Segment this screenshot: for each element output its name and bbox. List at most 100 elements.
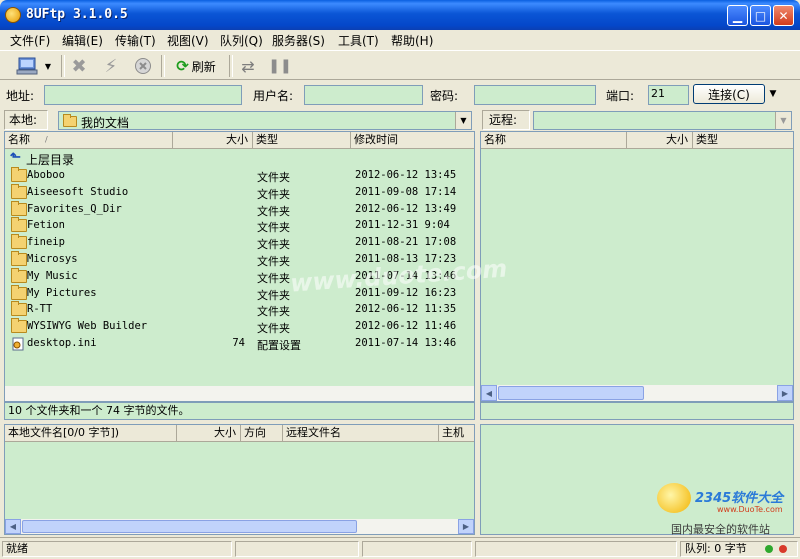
up-arrow-icon: ⬑ (10, 150, 21, 165)
upload-led-icon (765, 545, 773, 553)
remote-list-header: 名称 大小 类型 (481, 132, 793, 149)
file-modified: 2012-06-12 11:35 (355, 303, 457, 316)
list-item-parent[interactable]: ⬑ 上层目录 (5, 150, 475, 167)
menu-edit[interactable]: 编辑(E) (62, 32, 103, 49)
connect-button[interactable]: 连接(C) (693, 84, 765, 104)
remote-path-combo[interactable]: ▼ (533, 111, 792, 130)
scroll-right-arrow[interactable]: ▶ (777, 385, 793, 401)
chevron-down-icon[interactable]: ▼ (775, 112, 791, 129)
file-type: 文件夹 (257, 305, 290, 319)
menu-view[interactable]: 视图(V) (167, 32, 209, 49)
list-item[interactable]: Aboboo 文件夹 2012-06-12 13:45 (5, 167, 475, 184)
connect-dropdown[interactable]: ▼ (766, 84, 780, 104)
file-type: 文件夹 (257, 221, 290, 235)
menu-transfer[interactable]: 传输(T) (115, 32, 156, 49)
column-size[interactable]: 大小 (627, 132, 693, 148)
queue-size: 队列: 0 字节 (685, 542, 747, 555)
close-button[interactable]: ✕ (773, 5, 794, 26)
file-type: 文件夹 (257, 171, 290, 184)
column-host[interactable]: 主机 (439, 425, 474, 441)
folder-icon (11, 167, 27, 182)
list-item[interactable]: Fetion 文件夹 2011-12-31 9:04 (5, 217, 475, 234)
file-name: R-TT (27, 303, 53, 316)
site-manager-dropdown[interactable]: ▼ (42, 55, 54, 77)
address-label: 地址: (6, 89, 35, 103)
port-input[interactable]: 21 (648, 85, 689, 105)
computer-icon (16, 57, 38, 75)
list-item[interactable]: fineip 文件夹 2011-08-21 17:08 (5, 234, 475, 251)
username-label: 用户名: (253, 89, 294, 103)
lightning-icon: ⚡ (104, 55, 118, 77)
list-item[interactable]: Favorites_Q_Dir 文件夹 2012-06-12 13:49 (5, 200, 475, 218)
maximize-button[interactable]: □ (750, 5, 771, 26)
file-name: WYSIWYG Web Builder (27, 320, 148, 333)
scroll-thumb[interactable] (22, 520, 357, 533)
queue-list[interactable]: 本地文件名[0/0 字节]) 大小 方向 远程文件名 主机 ◀ ▶ (4, 424, 475, 535)
chevron-down-icon: ▼ (44, 61, 52, 71)
menu-bar: 文件(F) 编辑(E) 传输(T) 视图(V) 队列(Q) 服务器(S) 工具(… (0, 30, 800, 50)
connection-bar: 地址: 用户名: 密码: 端口: 21 连接(C) ▼ (0, 81, 800, 107)
remote-file-list[interactable]: 名称 大小 类型 ◀ ▶ (480, 131, 794, 402)
column-local-filename[interactable]: 本地文件名[0/0 字节]) (5, 425, 177, 441)
queue-hscrollbar[interactable]: ◀ ▶ (5, 519, 474, 534)
pictures-folder-icon (11, 284, 27, 300)
stop-button[interactable] (130, 55, 156, 77)
column-name[interactable]: 名称 (481, 132, 627, 148)
app-icon (5, 7, 21, 23)
refresh-icon: ⟳ (176, 57, 189, 75)
file-type: 文件夹 (257, 255, 290, 268)
column-name[interactable]: 名称 / (5, 132, 173, 148)
site-manager-button[interactable] (14, 55, 40, 77)
queue-header: 本地文件名[0/0 字节]) 大小 方向 远程文件名 主机 (5, 425, 474, 442)
list-item[interactable]: Aiseesoft Studio 文件夹 2011-09-08 17:14 (5, 183, 475, 201)
menu-queue[interactable]: 队列(Q) (220, 32, 263, 49)
list-item[interactable]: desktop.ini 74 配置设置 2011-07-14 13:46 (5, 335, 475, 352)
remote-hscrollbar[interactable]: ◀ ▶ (481, 385, 793, 401)
maximize-icon: □ (754, 8, 767, 23)
sync-button[interactable]: ⇄ (236, 55, 260, 77)
file-name: Microsys (27, 253, 78, 265)
file-type: 配置设置 (257, 339, 301, 352)
password-input[interactable] (474, 85, 596, 105)
menu-help[interactable]: 帮助(H) (391, 32, 433, 49)
disconnect-button[interactable]: ✖ (66, 55, 92, 77)
file-name: My Pictures (27, 286, 97, 299)
list-item[interactable]: WYSIWYG Web Builder 文件夹 2012-06-12 11:46 (5, 318, 475, 335)
scroll-left-arrow[interactable]: ◀ (5, 519, 21, 534)
local-hscrollbar[interactable] (5, 386, 474, 401)
local-path: 我的文档 (81, 116, 130, 130)
menu-file[interactable]: 文件(F) (10, 32, 50, 49)
reconnect-button[interactable]: ⚡ (98, 55, 124, 77)
menu-tools[interactable]: 工具(T) (338, 32, 379, 49)
log-pane[interactable]: 2345软件大全 www.DuoTe.com 国内最安全的软件站 (480, 424, 794, 536)
menu-server[interactable]: 服务器(S) (272, 32, 325, 49)
list-item[interactable]: R-TT 文件夹 2012-06-12 11:35 (5, 301, 475, 318)
stop-icon (135, 58, 151, 74)
port-label: 端口: (606, 89, 635, 103)
refresh-button[interactable]: ⟳ 刷新 (168, 55, 224, 77)
column-type[interactable]: 类型 (253, 132, 351, 148)
chevron-down-icon[interactable]: ▼ (455, 112, 471, 129)
username-input[interactable] (304, 85, 423, 105)
title-bar[interactable]: 8UFtp 3.1.0.5 ▁ □ ✕ (0, 0, 800, 30)
address-input[interactable] (44, 85, 242, 105)
folder-icon (11, 251, 27, 266)
column-modified[interactable]: 修改时间 (351, 132, 474, 148)
scroll-thumb[interactable] (498, 386, 644, 400)
column-size[interactable]: 大小 (177, 425, 241, 441)
file-name: Fetion (27, 219, 65, 232)
column-size[interactable]: 大小 (173, 132, 253, 148)
column-remote-filename[interactable]: 远程文件名 (283, 425, 439, 441)
minimize-button[interactable]: ▁ (727, 5, 748, 26)
scroll-right-arrow[interactable]: ▶ (458, 519, 474, 534)
local-status: 10 个文件夹和一个 74 字节的文件。 (4, 402, 475, 420)
pause-button[interactable]: ❚❚ (268, 55, 292, 77)
refresh-label: 刷新 (191, 59, 216, 74)
column-type[interactable]: 类型 (693, 132, 793, 148)
local-path-combo[interactable]: 我的文档 ▼ (58, 111, 472, 130)
transfer-icon: ⇄ (241, 56, 255, 76)
column-direction[interactable]: 方向 (241, 425, 283, 441)
file-type: 文件夹 (257, 288, 290, 302)
scroll-left-arrow[interactable]: ◀ (481, 385, 497, 401)
folder-icon (11, 217, 27, 233)
